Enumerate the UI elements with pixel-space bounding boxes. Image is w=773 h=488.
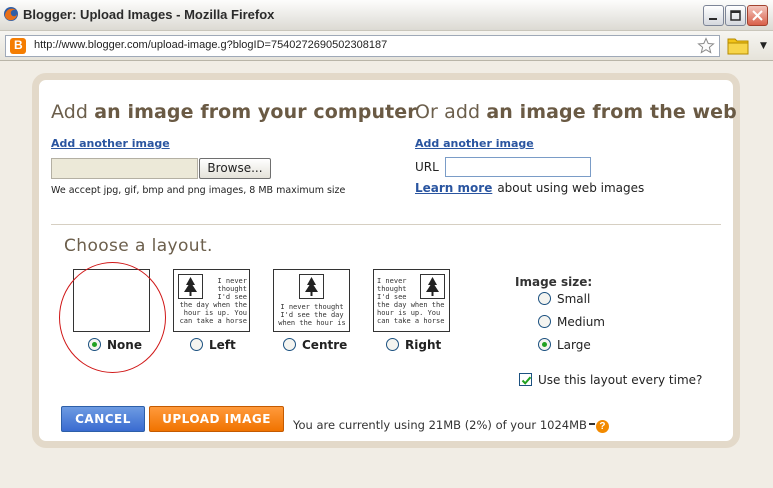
file-path-input[interactable]	[51, 158, 198, 179]
layout-centre-radio[interactable]	[283, 338, 296, 351]
window-title: Blogger: Upload Images - Mozilla Firefox	[23, 7, 275, 22]
storage-usage-text: You are currently using 21MB (2%) of you…	[293, 418, 587, 432]
minimize-icon	[709, 18, 717, 20]
image-size-title: Image size:	[515, 275, 593, 289]
url-label: URL	[415, 160, 439, 174]
size-option-large[interactable]: Large	[538, 338, 591, 352]
folder-icon[interactable]	[727, 35, 749, 55]
image-url-input[interactable]	[445, 157, 591, 177]
close-icon	[752, 10, 763, 21]
layout-option-left[interactable]: Left	[190, 338, 236, 352]
layout-option-label: Centre	[302, 338, 348, 352]
layout-thumb-left[interactable]: I never thought I'd see the day when the…	[173, 269, 250, 332]
upload-dialog: Add an image from your computer Add anot…	[32, 73, 740, 448]
web-section-title: Or add an image from the web	[415, 101, 737, 123]
remember-layout-label: Use this layout every time?	[538, 373, 703, 387]
size-option-label: Small	[557, 292, 591, 306]
learn-more-link[interactable]: Learn more	[415, 181, 492, 195]
layout-option-right[interactable]: Right	[386, 338, 441, 352]
add-another-image-link-computer[interactable]: Add another image	[51, 137, 170, 150]
layout-left-sample-text: I never thought I'd see the day when the…	[179, 277, 247, 325]
maximize-button[interactable]	[725, 5, 746, 26]
layout-right-sample-text: I never thought I'd see the day when the…	[377, 277, 445, 325]
add-another-image-link-web[interactable]: Add another image	[415, 137, 534, 150]
size-medium-radio[interactable]	[538, 315, 551, 328]
page-background: Add an image from your computer Add anot…	[0, 61, 773, 488]
window-titlebar: Blogger: Upload Images - Mozilla Firefox	[0, 0, 773, 31]
tree-image-icon	[299, 274, 324, 299]
cancel-button[interactable]: CANCEL	[61, 406, 145, 432]
web-title-bold: an image from the web	[486, 101, 737, 123]
close-button[interactable]	[747, 5, 768, 26]
learn-more-line: Learn more about using web images	[415, 181, 644, 195]
browse-button[interactable]: Browse...	[199, 158, 271, 179]
firefox-icon	[4, 7, 18, 21]
layout-thumb-right[interactable]: I never thought I'd see the day when the…	[373, 269, 450, 332]
upload-image-button[interactable]: UPLOAD IMAGE	[149, 406, 284, 432]
layout-thumb-centre[interactable]: I never thought I'd see the day when the…	[273, 269, 350, 332]
remember-layout-checkbox[interactable]	[519, 373, 532, 386]
size-option-small[interactable]: Small	[538, 292, 590, 306]
dash-glyph	[588, 423, 595, 425]
layout-left-radio[interactable]	[190, 338, 203, 351]
maximize-icon	[730, 10, 741, 21]
section-divider	[51, 224, 721, 225]
remember-layout-row[interactable]: Use this layout every time?	[519, 373, 702, 387]
help-icon[interactable]: ?	[595, 420, 609, 433]
url-text: http://www.blogger.com/upload-image.g?bl…	[34, 39, 388, 51]
layout-centre-sample-text: I never thought I'd see the day when the…	[278, 303, 346, 327]
size-large-radio[interactable]	[538, 338, 551, 351]
layout-option-label: Left	[209, 338, 236, 352]
checkmark-icon	[521, 376, 532, 385]
computer-title-prefix: Add	[51, 101, 89, 123]
annotation-circle	[59, 262, 166, 373]
chevron-down-icon[interactable]: ▼	[760, 41, 767, 51]
minimize-button[interactable]	[703, 5, 724, 26]
url-field[interactable]: B http://www.blogger.com/upload-image.g?…	[5, 35, 720, 57]
address-bar: B http://www.blogger.com/upload-image.g?…	[0, 31, 773, 61]
storage-usage: You are currently using 21MB (2%) of you…	[293, 418, 609, 433]
size-option-label: Medium	[557, 315, 605, 329]
accepted-formats-note: We accept jpg, gif, bmp and png images, …	[51, 185, 346, 196]
size-small-radio[interactable]	[538, 292, 551, 305]
layout-title: Choose a layout.	[64, 236, 213, 256]
computer-section-title: Add an image from your computer	[51, 101, 417, 123]
web-title-prefix: Or add	[415, 101, 481, 123]
computer-title-bold: an image from your computer	[94, 101, 417, 123]
layout-right-radio[interactable]	[386, 338, 399, 351]
layout-option-label: Right	[405, 338, 442, 352]
learn-more-suffix: about using web images	[497, 181, 645, 195]
layout-option-centre[interactable]: Centre	[283, 338, 347, 352]
bookmark-star-icon[interactable]	[697, 37, 715, 55]
blogger-favicon-icon: B	[10, 38, 26, 54]
size-option-label: Large	[557, 338, 591, 352]
size-option-medium[interactable]: Medium	[538, 315, 605, 329]
